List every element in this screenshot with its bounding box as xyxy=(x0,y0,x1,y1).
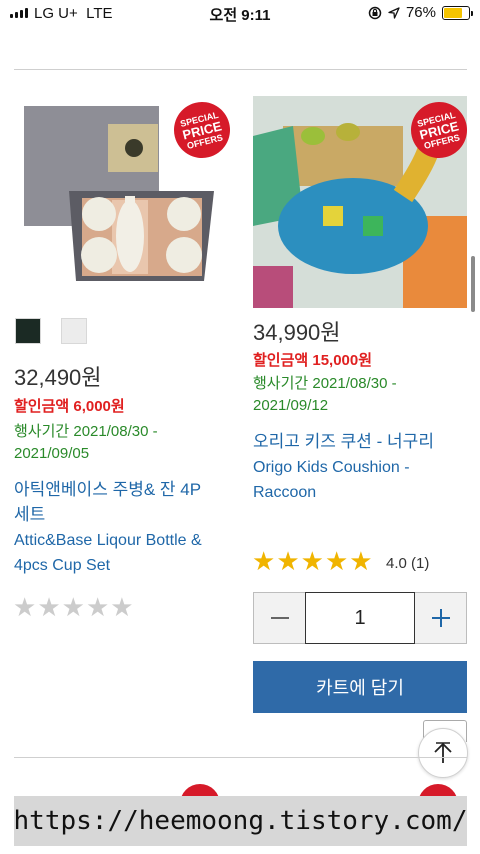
star-empty-icon: ★ xyxy=(85,592,110,622)
promotion-period: 행사기간 2021/08/30 - 2021/09/12 xyxy=(253,375,397,414)
location-icon xyxy=(388,6,400,19)
product-price: 34,990원 xyxy=(253,320,341,345)
add-to-cart-button[interactable]: 카트에 담기 xyxy=(253,661,467,713)
decrease-quantity-button[interactable] xyxy=(254,593,305,643)
rating-stars: ★ ★ ★ ★ ★ xyxy=(252,548,373,574)
color-swatch-white[interactable] xyxy=(61,318,87,344)
scroll-to-top-button[interactable] xyxy=(418,728,468,778)
promotion-period: 행사기간 2021/08/30 - 2021/09/05 xyxy=(14,423,158,462)
product-name-korean[interactable]: 오리고 키즈 쿠션 - 너구리 xyxy=(253,429,434,454)
quantity-input[interactable]: 1 xyxy=(305,592,415,644)
discount-amount: 할인금액 6,000원 xyxy=(14,398,125,415)
divider xyxy=(14,757,467,758)
product-price: 32,490원 xyxy=(14,365,102,390)
star-empty-icon: ★ xyxy=(110,592,134,622)
product-image-origo-raccoon[interactable]: SPECIAL PRICE OFFERS xyxy=(253,96,467,308)
discount-amount: 할인금액 15,000원 xyxy=(253,352,373,369)
plus-icon xyxy=(431,609,450,627)
product-name-korean[interactable]: 아틱앤베이스 주병& 잔 4P 세트 xyxy=(14,477,201,527)
divider xyxy=(14,69,467,70)
product-name-english[interactable]: Attic&Base Liqour Bottle & 4pcs Cup Set xyxy=(14,528,202,578)
rating-text: 4.0 (1) xyxy=(386,555,430,572)
star-empty-icon: ★ xyxy=(37,592,61,622)
product-name-english[interactable]: Origo Kids Coushion - Raccoon xyxy=(253,455,410,505)
color-swatch-dark[interactable] xyxy=(15,318,41,344)
battery-percent: 76% xyxy=(405,4,436,21)
star-empty-icon: ★ xyxy=(13,592,37,622)
lock-rotation-icon xyxy=(368,6,382,19)
arrow-up-icon xyxy=(434,742,452,763)
product-image-attic-base-set[interactable]: SPECIAL PRICE OFFERS xyxy=(14,96,239,308)
status-bar: LG U+ LTE 오전 9:11 76% xyxy=(0,0,480,28)
increase-quantity-button[interactable] xyxy=(415,593,466,643)
star-filled-icon: ★ xyxy=(300,546,324,576)
watermark-url: https://heemoong.tistory.com/ xyxy=(13,806,468,836)
minus-icon xyxy=(270,617,289,619)
scrollbar-thumb[interactable] xyxy=(471,256,475,312)
star-filled-icon: ★ xyxy=(252,546,276,576)
star-filled-icon: ★ xyxy=(276,546,300,576)
rating-stars: ★ ★ ★ ★ ★ xyxy=(13,594,134,620)
battery-icon xyxy=(442,5,473,20)
star-filled-icon: ★ xyxy=(324,546,349,576)
quantity-stepper: 1 xyxy=(253,592,467,644)
star-filled-icon: ★ xyxy=(349,546,373,576)
star-empty-icon: ★ xyxy=(61,592,85,622)
